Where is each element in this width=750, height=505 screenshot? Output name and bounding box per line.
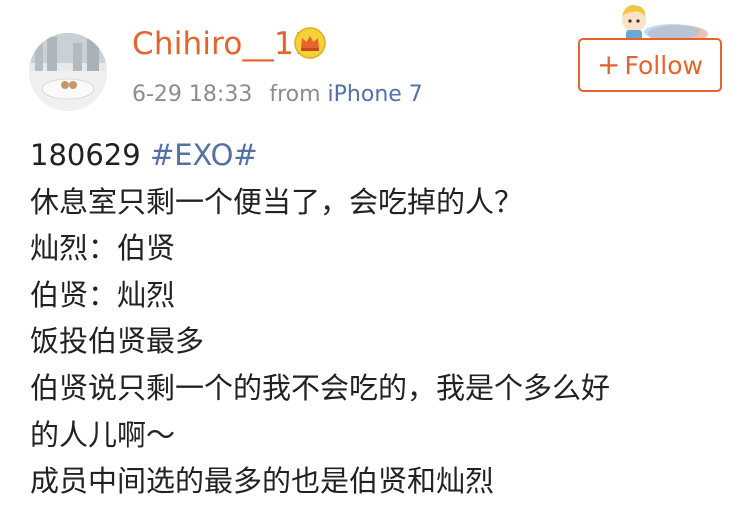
post-line: 伯贤：灿烈 <box>30 277 176 312</box>
crown-icon <box>294 27 326 59</box>
from-label: from <box>269 82 321 107</box>
post-line: 饭投伯贤最多 <box>30 324 205 359</box>
post-line: 成员中间选的最多的也是伯贤和灿烈 <box>30 464 495 499</box>
post-date-prefix: 180629 <box>30 138 141 172</box>
follow-button[interactable]: + Follow <box>578 38 722 92</box>
post-line: 的人儿啊～ <box>30 417 176 452</box>
post-line: 灿烈：伯贤 <box>30 231 176 266</box>
follow-label: Follow <box>624 50 703 80</box>
post-first-line: 180629 #EXO# <box>30 132 730 179</box>
post-line: 伯贤说只剩一个的我不会吃的，我是个多么好 <box>30 370 611 405</box>
plus-icon: + <box>597 48 621 81</box>
username[interactable]: Chihiro__11 <box>132 26 314 62</box>
post-date: 6-29 18:33 <box>132 82 253 107</box>
hashtag-link[interactable]: #EXO# <box>150 138 258 172</box>
post-line: 休息室只剩一个便当了，会吃掉的人？ <box>30 184 524 219</box>
post-meta: 6-29 18:33 from iPhone 7 <box>132 82 423 107</box>
source-link[interactable]: iPhone 7 <box>328 82 423 107</box>
avatar[interactable] <box>29 33 107 111</box>
avatar-image <box>29 33 107 111</box>
post-body: 180629 #EXO# 休息室只剩一个便当了，会吃掉的人？ 灿烈：伯贤 伯贤：… <box>30 132 730 505</box>
